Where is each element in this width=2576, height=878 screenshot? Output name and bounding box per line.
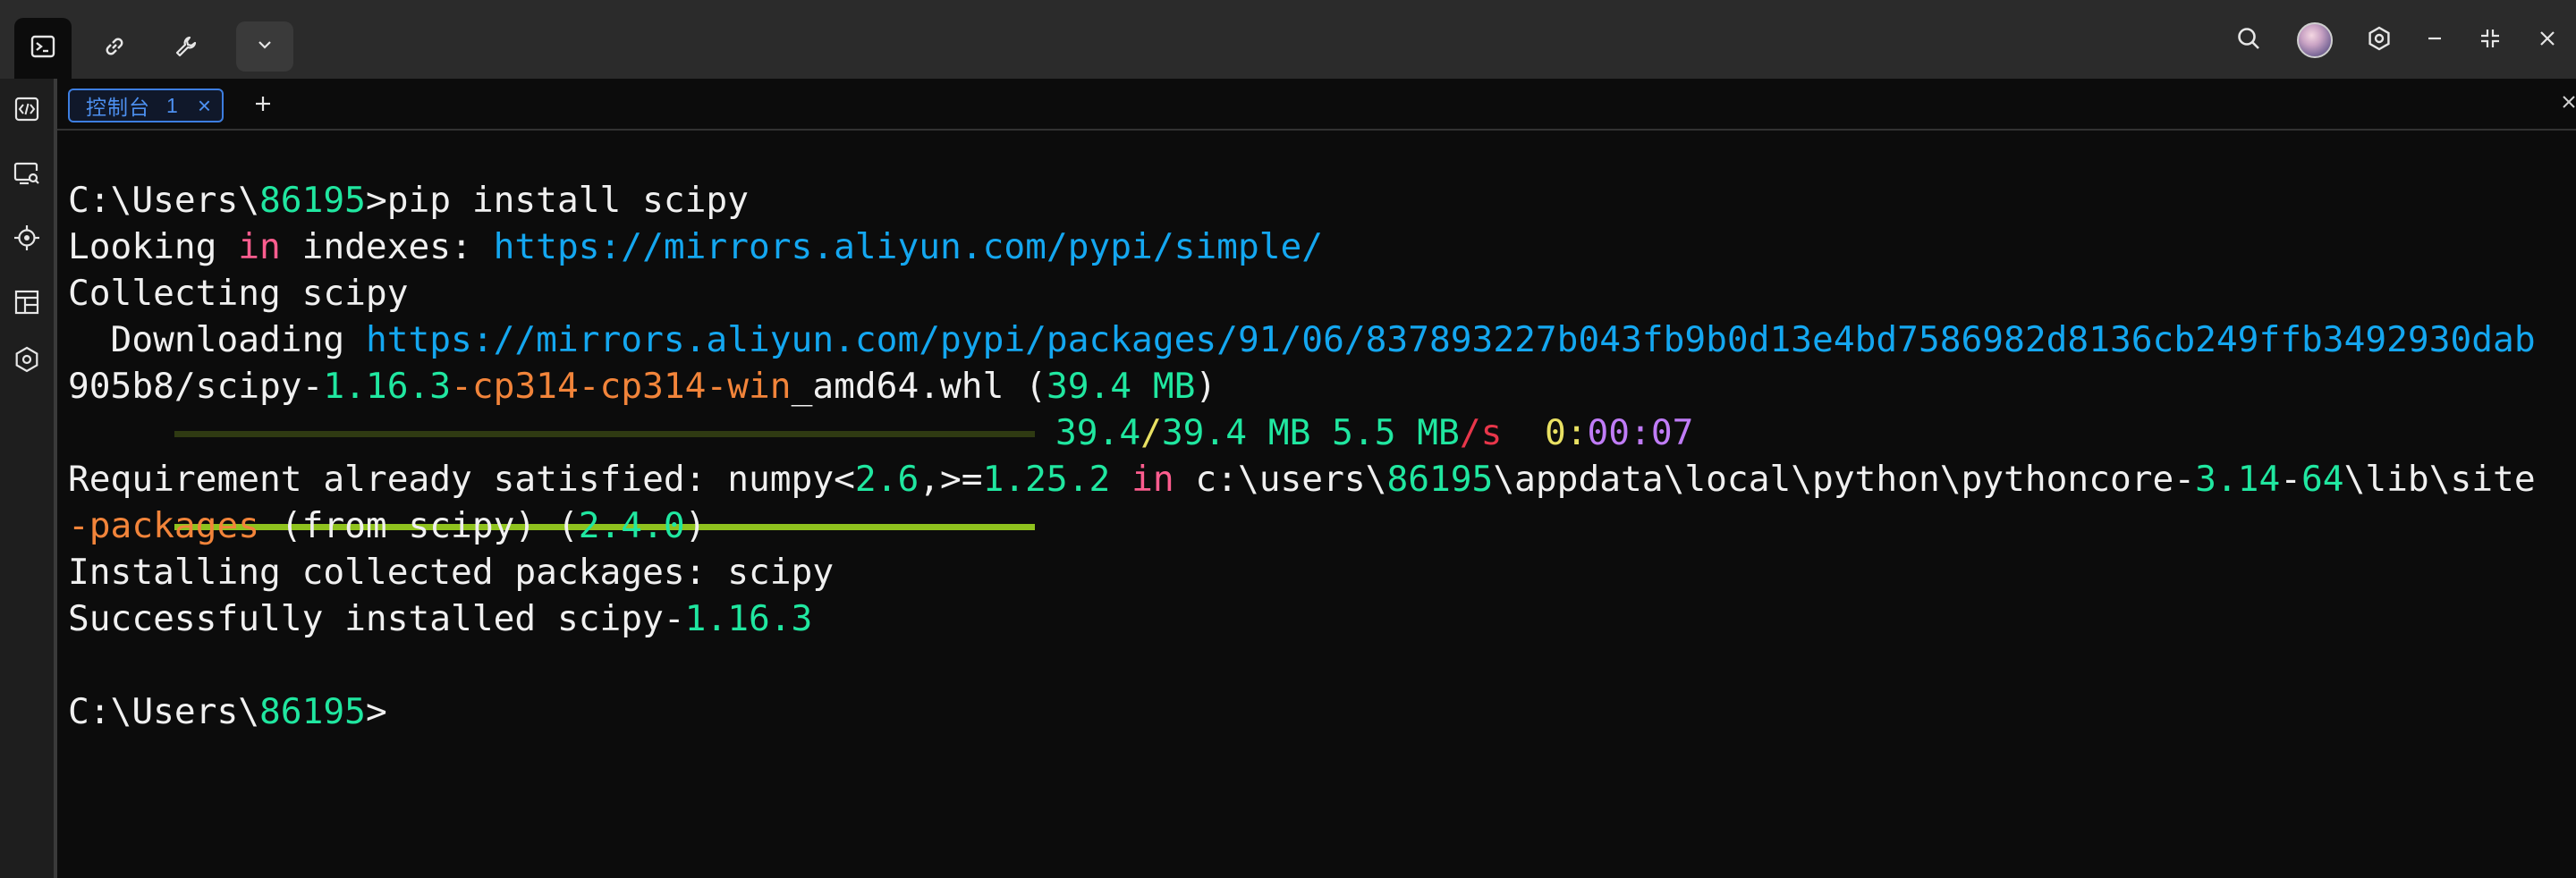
link-icon <box>102 34 127 63</box>
sidebar-item-screen-search[interactable] <box>7 156 47 195</box>
close-window-button[interactable] <box>2521 16 2574 64</box>
activity-bar <box>0 79 57 878</box>
hexagon-icon <box>13 346 40 377</box>
layout-icon <box>13 289 40 320</box>
restore-button[interactable] <box>2463 16 2517 64</box>
download-url-link[interactable]: https://mirrors.aliyun.com/pypi/packages… <box>366 319 2536 360</box>
wrench-icon <box>174 34 199 63</box>
terminal-line: Looking in indexes: https://mirrors.aliy… <box>68 226 1324 267</box>
tab-terminal[interactable] <box>14 18 72 79</box>
terminal-line: 905b8/scipy-1.16.3-cp314-cp314-win_amd64… <box>68 366 1217 407</box>
tab-console-1[interactable]: 控制台 1 × <box>68 89 224 122</box>
code-icon <box>13 96 40 127</box>
download-progress-bar <box>174 431 1035 530</box>
terminal-icon <box>30 34 55 63</box>
minimize-icon <box>2424 28 2445 54</box>
terminal-line: -packages (from scipy) (2.4.0) <box>68 505 707 546</box>
terminal-line: Successfully installed scipy-1.16.3 <box>68 598 813 639</box>
terminal-line: C:\Users\86195>pip install scipy <box>68 180 749 221</box>
tab-links[interactable] <box>86 20 143 77</box>
plus-icon <box>252 93 274 119</box>
index-url-link[interactable]: https://mirrors.aliyun.com/pypi/simple/ <box>494 226 1323 267</box>
tab-number: 1 <box>166 93 178 117</box>
terminal-tab-strip: 控制台 1 × <box>57 79 2576 131</box>
terminal-line: Installing collected packages: scipy <box>68 552 835 593</box>
sidebar-item-code[interactable] <box>7 91 47 131</box>
settings-button[interactable] <box>2352 16 2406 64</box>
new-tab-button[interactable] <box>247 89 279 122</box>
terminal-line: Requirement already satisfied: numpy<2.6… <box>68 459 2536 500</box>
terminal-line: Collecting scipy <box>68 273 409 314</box>
close-panel-button[interactable] <box>2553 88 2576 120</box>
search-screen-icon <box>13 160 41 191</box>
download-progress-line: 39.4/39.4 MB 5.5 MB/s 0:00:07 <box>68 409 2563 530</box>
download-progress-text: 39.4/39.4 MB 5.5 MB/s 0:00:07 <box>1055 412 1694 453</box>
chevron-down-icon <box>254 34 275 60</box>
terminal-prompt-line[interactable]: C:\Users\86195> <box>68 688 2563 735</box>
sidebar-item-target[interactable] <box>7 220 47 259</box>
close-icon <box>2537 28 2558 54</box>
search-button[interactable] <box>2222 16 2275 64</box>
settings-icon <box>2366 25 2393 56</box>
tab-tools[interactable] <box>157 20 215 77</box>
tab-title: 控制台 <box>86 96 150 119</box>
terminal-output[interactable]: C:\Users\86195>pip install scipy Looking… <box>68 177 2563 735</box>
sidebar-item-layout[interactable] <box>7 284 47 324</box>
minimize-button[interactable] <box>2408 16 2462 64</box>
terminal-line: Downloading https://mirrors.aliyun.com/p… <box>68 319 2536 360</box>
tab-close-button[interactable]: × <box>198 94 211 117</box>
close-icon <box>2560 93 2576 115</box>
restore-icon <box>2479 27 2502 55</box>
title-bar <box>0 0 2576 79</box>
avatar <box>2297 22 2333 58</box>
sidebar-item-plugins[interactable] <box>7 342 47 381</box>
search-icon <box>2235 25 2262 56</box>
target-icon <box>13 224 40 256</box>
user-avatar-button[interactable] <box>2288 16 2342 64</box>
tabs-dropdown-button[interactable] <box>236 21 293 72</box>
